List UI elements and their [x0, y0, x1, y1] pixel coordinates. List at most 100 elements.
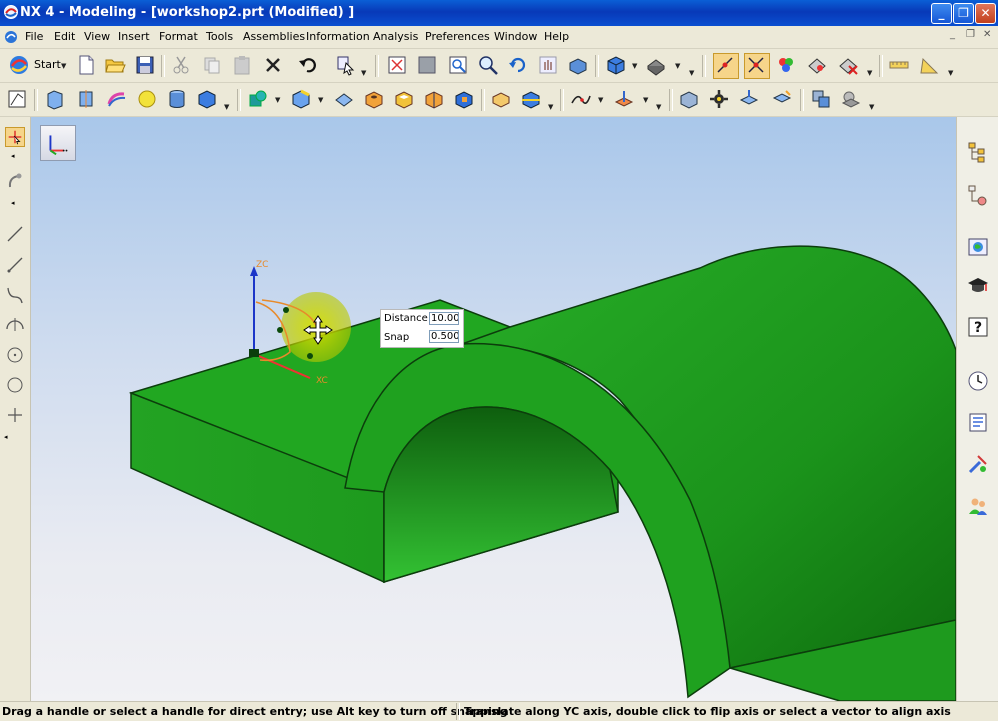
chamfer-button[interactable] — [333, 88, 355, 110]
wave-geometry-button[interactable] — [708, 88, 730, 110]
start-button[interactable]: Start ▼ — [6, 53, 68, 77]
instance-button[interactable] — [453, 88, 475, 110]
rotate-handle[interactable] — [307, 353, 313, 359]
distance-input[interactable]: 10.00 — [429, 312, 459, 325]
zoom-region-button[interactable] — [447, 54, 469, 76]
chevron-left-icon[interactable]: ◂ — [11, 152, 15, 160]
hole-button[interactable] — [363, 88, 385, 110]
origin-handle[interactable] — [249, 349, 259, 357]
zoom-in-out-button[interactable] — [477, 54, 499, 76]
chevron-down-icon[interactable]: ▼ — [948, 70, 954, 77]
snap-point-button[interactable] — [713, 53, 739, 79]
draft-button[interactable] — [423, 88, 445, 110]
roles-tab[interactable] — [966, 494, 990, 518]
paste-button[interactable] — [231, 54, 253, 76]
line-point-button[interactable] — [5, 255, 25, 275]
extrude-button[interactable] — [44, 88, 66, 110]
close-button[interactable]: ✕ — [975, 3, 996, 24]
selection-button[interactable] — [5, 127, 25, 147]
spline-button[interactable] — [5, 285, 25, 305]
chevron-down-icon[interactable]: ▼ — [643, 97, 649, 104]
chevron-down-icon[interactable]: ▼ — [867, 70, 873, 77]
pan-button[interactable] — [537, 54, 559, 76]
edit-object-display-button[interactable] — [806, 54, 828, 76]
assembly-navigator-tab[interactable] — [966, 140, 990, 164]
chevron-down-icon[interactable]: ▼ — [275, 97, 281, 104]
mdi-restore-button[interactable]: ❐ — [966, 29, 975, 40]
measure-angle-button[interactable] — [918, 54, 940, 76]
snap-input[interactable]: 0.500 — [429, 330, 459, 343]
replace-face-button[interactable] — [810, 88, 832, 110]
menu-window[interactable]: Window — [494, 30, 537, 43]
view-orient-button[interactable] — [5, 171, 25, 191]
menu-format[interactable]: Format — [159, 30, 198, 43]
graphics-viewport[interactable]: ZC XC Distance 10.00 Snap 0.500 — [31, 117, 956, 701]
cut-button[interactable] — [170, 54, 192, 76]
chevron-down-icon[interactable]: ▼ — [318, 97, 324, 104]
curve-button[interactable] — [570, 88, 592, 110]
show-hide-button[interactable] — [837, 54, 859, 76]
assembly-navigator-button[interactable] — [678, 88, 700, 110]
rotate-button[interactable] — [507, 54, 529, 76]
edge-blend-button[interactable] — [290, 88, 312, 110]
menu-tools[interactable]: Tools — [206, 30, 233, 43]
perspective-button[interactable] — [567, 54, 589, 76]
new-button[interactable] — [75, 54, 97, 76]
chevron-down-icon[interactable]: ▼ — [632, 63, 638, 70]
block-button[interactable] — [196, 88, 218, 110]
menu-view[interactable]: View — [84, 30, 110, 43]
line-button[interactable] — [5, 224, 25, 244]
rotate-handle[interactable] — [283, 307, 289, 313]
chevron-down-icon[interactable]: ▼ — [598, 97, 604, 104]
measure-distance-button[interactable] — [888, 54, 910, 76]
delete-button[interactable] — [262, 54, 284, 76]
sketch-button[interactable] — [6, 88, 28, 110]
revolve-button[interactable] — [75, 88, 97, 110]
copy-button[interactable] — [201, 54, 223, 76]
menu-help[interactable]: Help — [544, 30, 569, 43]
wcs-orientation-button[interactable] — [40, 125, 76, 161]
chevron-down-icon[interactable]: ▼ — [869, 104, 875, 111]
chevron-down-icon[interactable]: ▼ — [224, 104, 230, 111]
resize-face-button[interactable] — [840, 88, 862, 110]
chevron-down-icon[interactable]: ▼ — [361, 70, 367, 77]
part-navigator-tab[interactable] — [966, 183, 990, 207]
undo-button[interactable] — [297, 54, 319, 76]
shell-button[interactable] — [393, 88, 415, 110]
minimize-button[interactable]: _ — [931, 3, 952, 24]
menu-information[interactable]: Information — [306, 30, 370, 43]
trim-body-button[interactable] — [490, 88, 512, 110]
chevron-left-icon[interactable]: ◂ — [4, 433, 8, 441]
reuse-library-tab[interactable] — [966, 410, 990, 434]
sweep-button[interactable] — [106, 88, 128, 110]
chevron-down-icon[interactable]: ▼ — [675, 63, 681, 70]
menu-edit[interactable]: Edit — [54, 30, 75, 43]
save-button[interactable] — [134, 54, 156, 76]
chevron-down-icon[interactable]: ▼ — [656, 104, 662, 111]
menu-insert[interactable]: Insert — [118, 30, 150, 43]
web-browser-tab[interactable] — [966, 235, 990, 259]
circle-center-button[interactable] — [5, 345, 25, 365]
move-face-button[interactable] — [738, 88, 760, 110]
help-tab[interactable]: ? — [966, 315, 990, 339]
cylinder-button[interactable] — [166, 88, 188, 110]
unite-button[interactable] — [247, 88, 269, 110]
sphere-button[interactable] — [136, 88, 158, 110]
maximize-button[interactable]: ❐ — [953, 3, 974, 24]
menu-file[interactable]: File — [25, 30, 43, 43]
menu-assemblies[interactable]: Assemblies — [243, 30, 305, 43]
mdi-close-button[interactable]: ✕ — [983, 29, 991, 40]
zoom-window-button[interactable] — [416, 54, 438, 76]
display-style-button[interactable] — [645, 54, 667, 76]
training-tab[interactable] — [966, 274, 990, 298]
open-button[interactable] — [104, 54, 126, 76]
process-studio-tab[interactable] — [966, 452, 990, 476]
point-button[interactable] — [5, 405, 25, 425]
menu-preferences[interactable]: Preferences — [425, 30, 490, 43]
snap-end-button[interactable] — [744, 53, 770, 79]
selection-tools-button[interactable] — [335, 54, 357, 76]
fit-button[interactable] — [386, 54, 408, 76]
color-palette-button[interactable] — [775, 54, 797, 76]
circle-button[interactable] — [5, 375, 25, 395]
mdi-minimize-button[interactable]: _ — [950, 29, 955, 40]
